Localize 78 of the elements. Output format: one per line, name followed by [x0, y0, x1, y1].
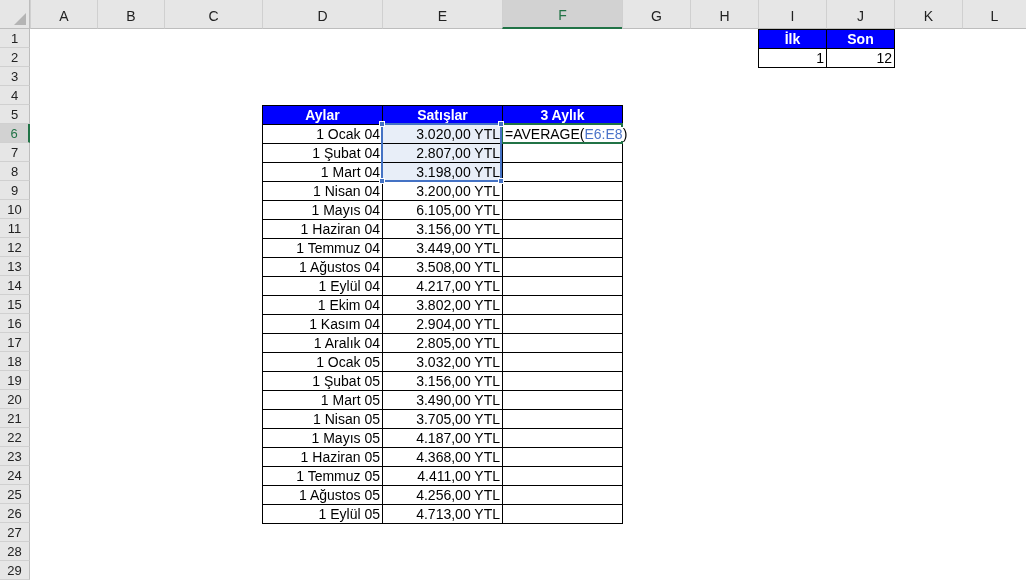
table-cell[interactable]: 1 Nisan 04 — [262, 181, 383, 201]
table-cell[interactable]: 1 Ağustos 04 — [262, 257, 383, 277]
row-header[interactable]: 11 — [0, 219, 30, 238]
table-cell[interactable]: 1 Ağustos 05 — [262, 485, 383, 505]
table-cell[interactable]: 1 Temmuz 04 — [262, 238, 383, 258]
row-header[interactable]: 2 — [0, 48, 30, 67]
table-cell[interactable]: 1 Haziran 04 — [262, 219, 383, 239]
table-cell[interactable]: 1 Mayıs 04 — [262, 200, 383, 220]
table-cell[interactable]: 1 Mayıs 05 — [262, 428, 383, 448]
column-header[interactable]: D — [262, 0, 382, 29]
row-header[interactable]: 6 — [0, 124, 30, 143]
column-header[interactable]: L — [962, 0, 1026, 29]
table-cell[interactable]: 1 Şubat 05 — [262, 371, 383, 391]
row-header[interactable]: 24 — [0, 466, 30, 485]
row-header[interactable]: 5 — [0, 105, 30, 124]
table-cell[interactable]: 12 — [826, 48, 895, 68]
column-header[interactable]: A — [30, 0, 97, 29]
row-header[interactable]: 4 — [0, 86, 30, 105]
row-header[interactable]: 1 — [0, 29, 30, 48]
row-header[interactable]: 3 — [0, 67, 30, 86]
row-header[interactable]: 8 — [0, 162, 30, 181]
table-cell[interactable]: 1 Eylül 05 — [262, 504, 383, 524]
row-header[interactable]: 16 — [0, 314, 30, 333]
select-all-icon — [14, 13, 26, 25]
row-header[interactable]: 7 — [0, 143, 30, 162]
resize-handle[interactable] — [379, 121, 385, 127]
column-header[interactable]: J — [826, 0, 894, 29]
row-header[interactable]: 26 — [0, 504, 30, 523]
table-header: Son — [826, 29, 895, 49]
table-cell[interactable]: 1 Haziran 05 — [262, 447, 383, 467]
row-header[interactable]: 13 — [0, 257, 30, 276]
formula-text: =AVERAGE( — [505, 126, 585, 142]
column-header[interactable]: K — [894, 0, 962, 29]
row-header[interactable]: 17 — [0, 333, 30, 352]
row-header[interactable]: 27 — [0, 523, 30, 542]
table-header: Aylar — [262, 105, 383, 125]
row-header[interactable]: 20 — [0, 390, 30, 409]
row-header[interactable]: 21 — [0, 409, 30, 428]
row-header[interactable]: 10 — [0, 200, 30, 219]
row-header[interactable]: 25 — [0, 485, 30, 504]
resize-handle[interactable] — [498, 121, 504, 127]
row-header[interactable]: 18 — [0, 352, 30, 371]
column-header[interactable]: C — [164, 0, 262, 29]
table-cell[interactable]: 1 Kasım 04 — [262, 314, 383, 334]
column-header[interactable]: E — [382, 0, 502, 29]
table-cell[interactable]: 1 Mart 04 — [262, 162, 383, 182]
column-header[interactable]: I — [758, 0, 826, 29]
formula-text: ) — [622, 126, 628, 142]
table-cell[interactable]: 1 — [758, 48, 827, 68]
row-header[interactable]: 29 — [0, 561, 30, 580]
table-cell[interactable]: 1 Ekim 04 — [262, 295, 383, 315]
row-header[interactable]: 15 — [0, 295, 30, 314]
table-cell[interactable]: 1 Ocak 05 — [262, 352, 383, 372]
row-header[interactable]: 19 — [0, 371, 30, 390]
column-header[interactable]: H — [690, 0, 758, 29]
table-cell[interactable]: 1 Mart 05 — [262, 390, 383, 410]
resize-handle[interactable] — [379, 178, 385, 184]
row-header[interactable]: 14 — [0, 276, 30, 295]
row-header[interactable]: 9 — [0, 181, 30, 200]
row-header[interactable]: 28 — [0, 542, 30, 561]
column-header[interactable]: G — [622, 0, 690, 29]
row-header[interactable]: 23 — [0, 447, 30, 466]
resize-handle[interactable] — [498, 178, 504, 184]
table-cell[interactable]: 1 Aralık 04 — [262, 333, 383, 353]
table-header: 3 Aylık — [502, 105, 623, 125]
table-cell[interactable] — [502, 504, 623, 524]
table-cell[interactable]: 1 Nisan 05 — [262, 409, 383, 429]
table-cell[interactable]: 1 Eylül 04 — [262, 276, 383, 296]
table-cell[interactable]: 2.807,00 YTL — [382, 143, 503, 163]
row-header[interactable]: 12 — [0, 238, 30, 257]
table-cell[interactable]: 1 Şubat 04 — [262, 143, 383, 163]
table-header: İlk — [758, 29, 827, 49]
column-header[interactable]: B — [97, 0, 164, 29]
table-cell[interactable]: 1 Temmuz 05 — [262, 466, 383, 486]
table-cell[interactable]: 1 Ocak 04 — [262, 124, 383, 144]
column-header[interactable]: F — [502, 0, 622, 29]
cell-reference: E6:E8 — [584, 126, 623, 142]
row-header[interactable]: 22 — [0, 428, 30, 447]
